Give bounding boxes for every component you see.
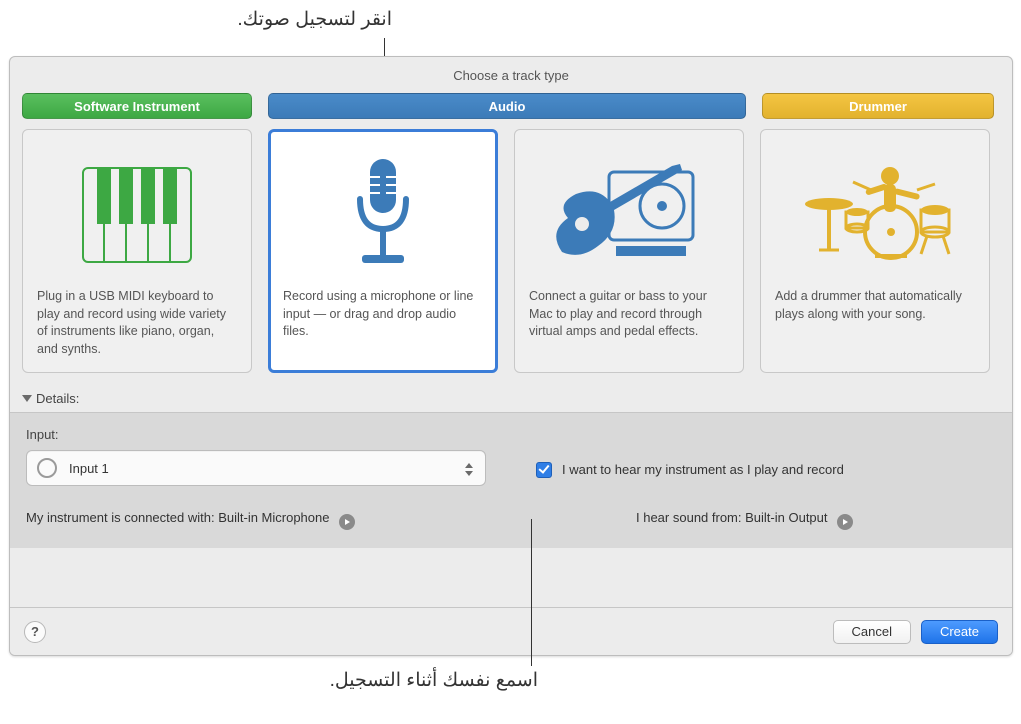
output-value: Built-in Output bbox=[745, 510, 827, 525]
dialog-footer: ? Cancel Create bbox=[10, 607, 1012, 655]
input-channel-icon bbox=[37, 458, 57, 478]
card-description: Plug in a USB MIDI keyboard to play and … bbox=[37, 288, 237, 360]
connection-value: Built-in Microphone bbox=[218, 510, 329, 525]
callout-top: انقر لتسجيل صوتك. bbox=[162, 8, 392, 31]
card-description: Connect a guitar or bass to your Mac to … bbox=[529, 288, 729, 360]
details-panel: Input: Input 1 I want to hear my instrum… bbox=[10, 413, 1012, 548]
guitar-icon bbox=[529, 142, 729, 288]
track-type-dialog: Choose a track type Software Instrument … bbox=[9, 56, 1013, 656]
callout-line bbox=[531, 519, 532, 666]
track-type-tabs: Software Instrument Audio Drummer bbox=[10, 93, 1012, 119]
help-button[interactable]: ? bbox=[24, 621, 46, 643]
card-description: Add a drummer that automatically plays a… bbox=[775, 288, 975, 360]
card-audio-guitar[interactable]: Connect a guitar or bass to your Mac to … bbox=[514, 129, 744, 373]
create-button[interactable]: Create bbox=[921, 620, 998, 644]
dialog-title: Choose a track type bbox=[10, 57, 1012, 93]
callout-bottom: اسمع نفسك أثناء التسجيل. bbox=[188, 669, 538, 692]
tab-drummer[interactable]: Drummer bbox=[762, 93, 994, 119]
keyboard-icon bbox=[37, 142, 237, 288]
cancel-button[interactable]: Cancel bbox=[833, 620, 911, 644]
details-toggle[interactable]: Details: bbox=[10, 387, 1012, 412]
track-type-cards: Plug in a USB MIDI keyboard to play and … bbox=[10, 119, 1012, 387]
input-select-value: Input 1 bbox=[69, 461, 109, 476]
monitor-checkbox[interactable] bbox=[536, 462, 552, 478]
output-prefix: I hear sound from: bbox=[636, 510, 745, 525]
arrow-right-icon[interactable] bbox=[837, 514, 853, 530]
details-label: Details: bbox=[36, 391, 79, 406]
microphone-icon bbox=[283, 142, 483, 288]
card-software-instrument[interactable]: Plug in a USB MIDI keyboard to play and … bbox=[22, 129, 252, 373]
card-drummer[interactable]: Add a drummer that automatically plays a… bbox=[760, 129, 990, 373]
input-select[interactable]: Input 1 bbox=[26, 450, 486, 486]
input-label: Input: bbox=[26, 427, 516, 442]
card-description: Record using a microphone or line input … bbox=[283, 288, 483, 360]
card-audio-microphone[interactable]: Record using a microphone or line input … bbox=[268, 129, 498, 373]
tab-audio[interactable]: Audio bbox=[268, 93, 746, 119]
connection-prefix: My instrument is connected with: bbox=[26, 510, 218, 525]
updown-icon bbox=[461, 455, 477, 483]
arrow-right-icon[interactable] bbox=[339, 514, 355, 530]
monitor-label: I want to hear my instrument as I play a… bbox=[562, 462, 844, 477]
tab-software-instrument[interactable]: Software Instrument bbox=[22, 93, 252, 119]
drummer-icon bbox=[775, 142, 975, 288]
triangle-down-icon bbox=[22, 395, 32, 402]
